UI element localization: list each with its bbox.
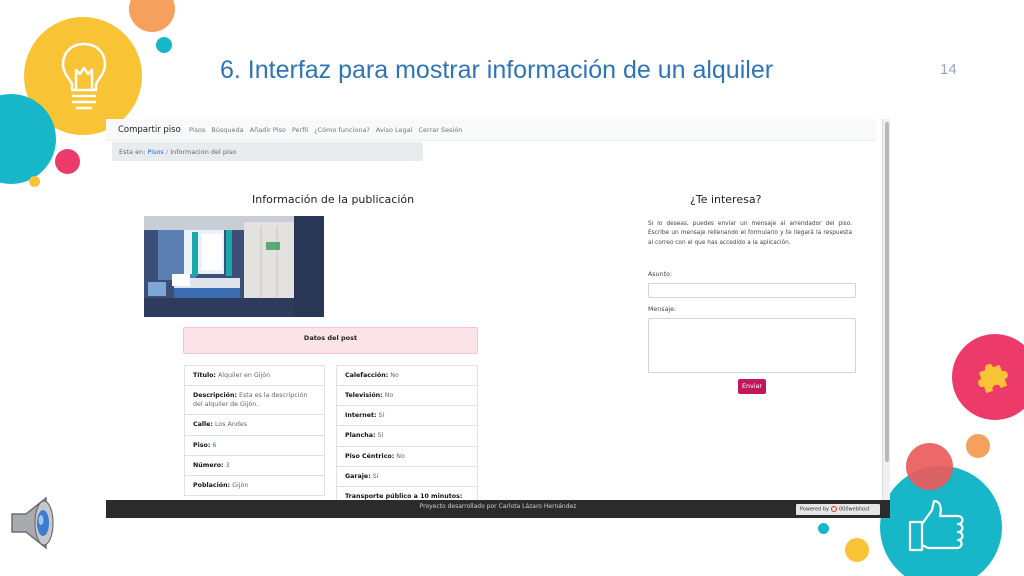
- thumbs-up-icon: [906, 498, 970, 556]
- room-photo: [144, 216, 324, 317]
- interest-text: Si lo deseas, puedes enviar un mensaje a…: [648, 221, 852, 246]
- publication-heading: Información de la publicación: [252, 193, 415, 206]
- page-scrollbar[interactable]: [882, 119, 890, 500]
- slide-title: 6. Interfaz para mostrar información de …: [220, 56, 774, 84]
- message-textarea[interactable]: [648, 318, 856, 373]
- nav-item-pisos[interactable]: Pisos: [189, 126, 205, 134]
- post-data-header: Datos del post: [183, 327, 478, 354]
- navbar: Compartir piso Pisos Búsqueda Añadir Pis…: [106, 119, 876, 141]
- badge-prefix: Powered by: [800, 506, 829, 513]
- detail-row-plancha: Plancha: Sí: [336, 426, 478, 447]
- speaker-icon[interactable]: [6, 492, 68, 554]
- decor-circle-coral: [906, 443, 953, 490]
- nav-links: Pisos Búsqueda Añadir Piso Perfil ¿Cómo …: [189, 126, 462, 134]
- detail-row-calle: Calle: Los Andes: [184, 415, 325, 436]
- brand-link[interactable]: Compartir piso: [118, 125, 181, 135]
- nav-item-perfil[interactable]: Perfil: [292, 126, 308, 134]
- detail-row-piso-centrico: Piso Céntrico: No: [336, 446, 478, 467]
- hosting-badge[interactable]: Powered by 000webhost: [796, 504, 880, 515]
- breadcrumb-prefix: Esta en:: [119, 148, 146, 156]
- footer-text: Proyecto desarrollado por Carlota Lázaro…: [419, 503, 577, 510]
- slide-number: 14: [940, 61, 957, 78]
- breadcrumb: Esta en: Pisos / Informacion del piso: [112, 142, 423, 161]
- breadcrumb-current: Informacion del piso: [170, 148, 237, 156]
- nav-item-anadir-piso[interactable]: Añadir Piso: [250, 126, 286, 134]
- interest-heading: ¿Te interesa?: [690, 193, 762, 206]
- badge-brand: 000webhost: [838, 506, 870, 513]
- details-right-column: Calefacción: No Televisión: No Internet:…: [336, 365, 478, 516]
- subject-label: Asunto:: [648, 271, 673, 278]
- hosting-logo-icon: [830, 506, 837, 512]
- detail-row-titulo: Título: Alquiler en Gijón: [184, 365, 325, 387]
- puzzle-icon: [972, 354, 1016, 398]
- detail-row-poblacion: Población: Gijón: [184, 475, 325, 496]
- detail-row-internet: Internet: Sí: [336, 406, 478, 427]
- subject-input[interactable]: [648, 283, 856, 298]
- detail-row-numero: Número: 3: [184, 455, 325, 476]
- detail-row-descripcion: Descripción: Esta es la descripción del …: [184, 386, 325, 416]
- detail-row-garaje: Garaje: Sí: [336, 466, 478, 487]
- message-label: Mensaje:: [648, 306, 677, 313]
- decor-circle-teal-tiny: [818, 523, 829, 534]
- decor-circle-teal-small: [156, 37, 172, 53]
- decor-circle-orange-right: [966, 434, 990, 458]
- nav-item-como-funciona[interactable]: ¿Cómo funciona?: [314, 126, 370, 134]
- details-left-column: Título: Alquiler en Gijón Descripción: E…: [184, 365, 325, 496]
- lightbulb-icon: [58, 40, 110, 114]
- nav-item-cerrar-sesion[interactable]: Cerrar Sesión: [418, 126, 462, 134]
- breadcrumb-link-pisos[interactable]: Pisos: [147, 148, 163, 156]
- decor-circle-pink-left: [55, 149, 80, 174]
- app-screenshot: Compartir piso Pisos Búsqueda Añadir Pis…: [106, 119, 890, 518]
- decor-circle-yellow-small: [29, 176, 40, 187]
- nav-item-busqueda[interactable]: Búsqueda: [211, 126, 243, 134]
- nav-item-aviso-legal[interactable]: Aviso Legal: [376, 126, 413, 134]
- detail-row-piso: Piso: 6: [184, 435, 325, 456]
- send-button[interactable]: Enviar: [738, 379, 766, 394]
- scrollbar-thumb[interactable]: [885, 122, 889, 462]
- decor-circle-yellow-bottom: [845, 538, 869, 562]
- detail-row-calefaccion: Calefacción: No: [336, 365, 478, 387]
- decor-circle-orange-top: [129, 0, 175, 32]
- footer: Proyecto desarrollado por Carlota Lázaro…: [106, 500, 890, 518]
- breadcrumb-separator: /: [165, 148, 169, 156]
- detail-row-television: Televisión: No: [336, 386, 478, 407]
